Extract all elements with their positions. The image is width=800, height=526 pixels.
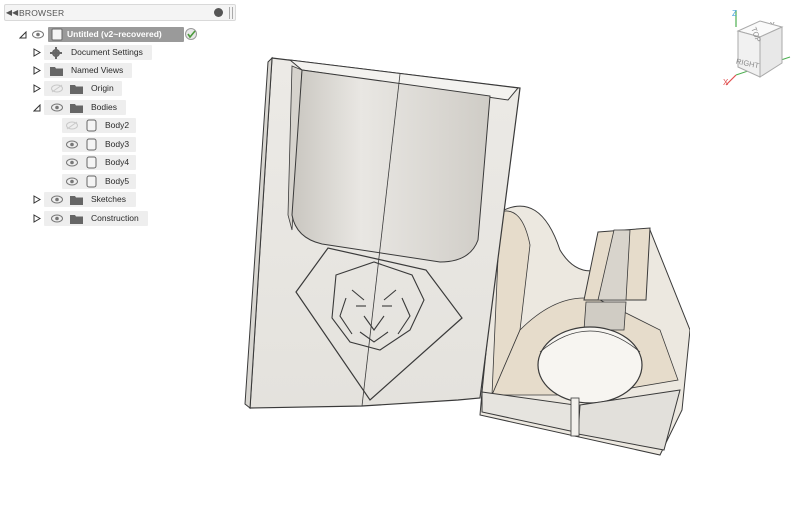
tree-item-label: Body4	[105, 157, 130, 167]
tree-item-body3[interactable]: Body3	[4, 137, 236, 152]
axis-label-x: X	[723, 78, 729, 87]
body-icon	[86, 138, 97, 151]
gear-icon	[50, 47, 62, 59]
model-charger-hole	[537, 326, 643, 404]
body-icon	[86, 156, 97, 169]
browser-title: BROWSER	[19, 7, 65, 18]
collapsed-triangle-icon[interactable]	[32, 192, 41, 207]
body-icon	[86, 119, 97, 132]
tree-item-label: Body5	[105, 176, 130, 186]
model-cup-pocket	[291, 69, 491, 263]
tree-item-label: Sketches	[91, 194, 126, 204]
tree-item-label: Named Views	[71, 65, 124, 75]
tree-item-label: Construction	[91, 213, 139, 223]
pin-icon[interactable]	[214, 8, 223, 17]
3d-model-phone-stand[interactable]	[240, 40, 690, 470]
tree-item-label: Document Settings	[71, 47, 143, 57]
double-chevron-left-icon[interactable]: ◀◀	[5, 5, 19, 20]
tree-item-label: Body3	[105, 139, 130, 149]
checkmark-icon	[185, 28, 197, 40]
eye-hidden-icon[interactable]	[51, 84, 63, 93]
tree-item-bodies[interactable]: Bodies	[4, 100, 236, 115]
browser-header: ◀◀ BROWSER	[4, 4, 236, 21]
tree-item-named-views[interactable]: Named Views	[4, 63, 236, 78]
tree-item-sketches[interactable]: Sketches	[4, 192, 236, 207]
folder-icon	[50, 67, 63, 76]
body-icon	[86, 175, 97, 188]
eye-icon[interactable]	[66, 177, 78, 186]
collapsed-triangle-icon[interactable]	[32, 81, 41, 96]
eye-icon[interactable]	[51, 103, 63, 112]
axis-label-z: Z	[732, 9, 737, 18]
tree-item-body2[interactable]: Body2	[4, 118, 236, 133]
tree-item-label: Origin	[91, 83, 114, 93]
tree-item-label: Body2	[105, 120, 130, 130]
eye-hidden-icon[interactable]	[66, 121, 78, 130]
tree-item-label: Bodies	[91, 102, 117, 112]
tree-item-label: Untitled (v2~recovered)	[67, 29, 162, 39]
tree-item-document[interactable]: Untitled (v2~recovered)	[4, 27, 236, 42]
folder-icon	[70, 196, 83, 205]
folder-icon	[70, 85, 83, 94]
document-icon	[51, 28, 63, 41]
folder-icon	[70, 215, 83, 224]
eye-icon[interactable]	[51, 214, 63, 223]
model-cable-channel	[570, 397, 580, 437]
expanded-triangle-icon[interactable]	[32, 100, 41, 115]
tree-item-origin[interactable]: Origin	[4, 81, 236, 96]
eye-icon[interactable]	[66, 158, 78, 167]
resize-grip-icon[interactable]	[229, 7, 233, 19]
collapsed-triangle-icon[interactable]	[32, 45, 41, 60]
tree-item-body5[interactable]: Body5	[4, 174, 236, 189]
viewcube[interactable]: Z X Y RIGHT TOP	[720, 5, 800, 90]
model-slot-step	[583, 301, 627, 331]
collapsed-triangle-icon[interactable]	[32, 211, 41, 226]
eye-icon[interactable]	[51, 195, 63, 204]
expanded-triangle-icon[interactable]	[18, 27, 27, 42]
eye-icon[interactable]	[66, 140, 78, 149]
tree-item-construction[interactable]: Construction	[4, 211, 236, 226]
tree-item-document-settings[interactable]: Document Settings	[4, 45, 236, 60]
browser-panel: ◀◀ BROWSER Untitled (v2~recovered) Docum…	[4, 4, 236, 234]
eye-icon[interactable]	[32, 30, 44, 39]
collapsed-triangle-icon[interactable]	[32, 63, 41, 78]
canvas-viewport[interactable]: ◀◀ BROWSER Untitled (v2~recovered) Docum…	[0, 0, 800, 526]
tree-item-body4[interactable]: Body4	[4, 155, 236, 170]
folder-icon	[70, 104, 83, 113]
